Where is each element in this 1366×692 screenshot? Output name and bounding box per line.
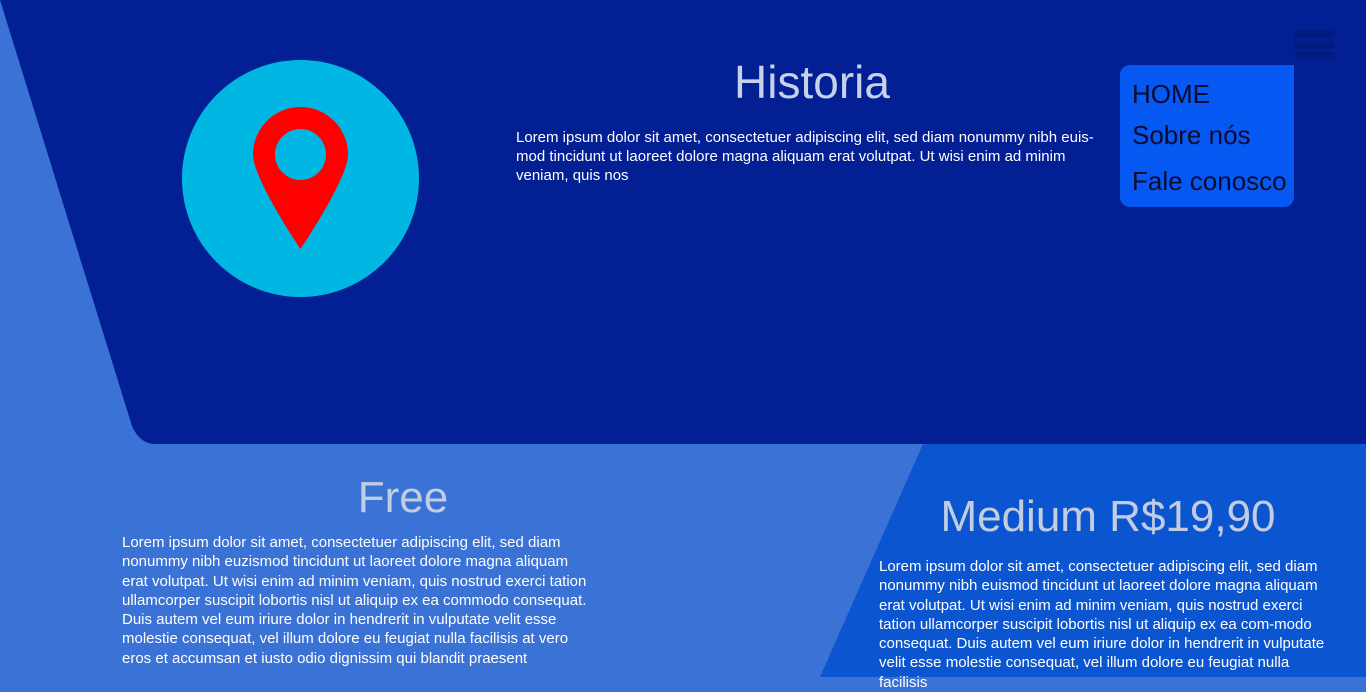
nav-item-sobre-nos[interactable]: Sobre nós — [1132, 120, 1251, 151]
menu-bar — [1294, 41, 1335, 49]
hamburger-menu-icon[interactable] — [1294, 30, 1335, 64]
location-badge — [182, 60, 419, 297]
plan-free-description: Lorem ipsum dolor sit amet, consectetuer… — [122, 534, 587, 667]
hero-description: Lorem ipsum dolor sit amet, consectetuer… — [516, 129, 1094, 184]
nav-dropdown: HOME Sobre nós Fale conosco — [1120, 65, 1294, 207]
plan-medium-title: Medium R$19,90 — [940, 492, 1276, 541]
nav-item-fale-conosco[interactable]: Fale conosco — [1132, 166, 1287, 197]
plan-free-title: Free — [357, 473, 449, 522]
map-pin-icon — [253, 107, 348, 249]
nav-item-home[interactable]: HOME — [1132, 79, 1210, 110]
page-title: Historia — [734, 56, 890, 108]
plan-medium-description: Lorem ipsum dolor sit amet, consectetuer… — [879, 558, 1325, 691]
menu-bar — [1294, 52, 1335, 60]
menu-bar — [1294, 30, 1335, 38]
